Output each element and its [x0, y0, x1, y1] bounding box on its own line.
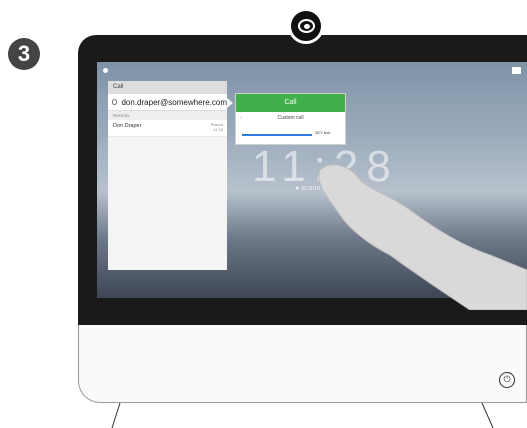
pointing-hand-illustration — [318, 164, 527, 310]
